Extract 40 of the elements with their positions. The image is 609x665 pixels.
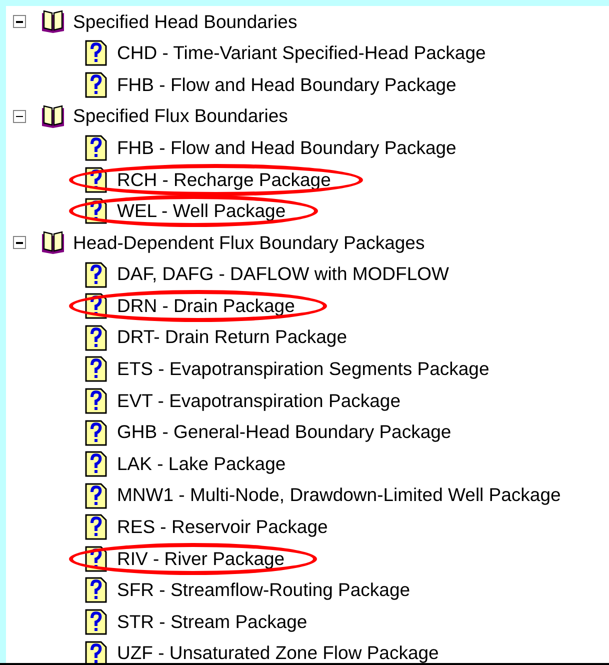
help-page-icon [85, 388, 107, 414]
tree-item[interactable]: CHD - Time-Variant Specified-Head Package [117, 44, 486, 63]
help-page-icon [85, 609, 107, 636]
help-page-icon [85, 40, 107, 66]
help-page-icon [85, 135, 107, 162]
tree-item[interactable]: DRN - Drain Package [117, 296, 295, 316]
collapse-toggle[interactable] [13, 15, 26, 28]
tree-item[interactable]: MNW1 - Multi-Node, Drawdown-Limited Well Package [117, 486, 561, 505]
tree-item[interactable]: UZF - Unsaturated Zone Flow Package [117, 644, 439, 663]
book-icon [39, 230, 67, 256]
tree-item[interactable]: Specified Head Boundaries [73, 12, 298, 32]
tree-item[interactable]: STR - Stream Package [117, 612, 308, 632]
tree-item[interactable]: Specified Flux Boundaries [73, 107, 288, 126]
help-page-icon [85, 482, 107, 509]
tree-item[interactable]: Head-Dependent Flux Boundary Packages [73, 234, 425, 252]
tree-item[interactable]: WEL - Well Package [117, 202, 286, 221]
book-icon [39, 8, 67, 35]
help-page-icon [85, 356, 107, 382]
collapse-toggle[interactable] [13, 236, 26, 250]
help-page-icon [85, 72, 107, 98]
tree-item[interactable]: GHB - General-Head Boundary Package [117, 423, 452, 442]
help-page-icon [85, 577, 107, 604]
collapse-toggle[interactable] [13, 110, 26, 124]
help-page-icon [85, 420, 107, 446]
book-icon [39, 104, 67, 130]
tree-item[interactable]: DAF, DAFG - DAFLOW with MODFLOW [117, 265, 449, 284]
tree-item[interactable]: ETS - Evapotranspiration Segments Package [117, 360, 490, 379]
tree-item[interactable]: RIV - River Package [117, 550, 285, 568]
tree-item[interactable]: LAK - Lake Package [117, 454, 286, 474]
tree-item[interactable]: RES - Reservoir Package [117, 518, 328, 537]
help-page-icon [85, 324, 107, 351]
help-page-icon [85, 514, 107, 540]
tree-item[interactable]: EVT - Evapotranspiration Package [117, 392, 400, 410]
tree-item[interactable]: DRT- Drain Return Package [117, 328, 347, 347]
tree-item[interactable]: FHB - Flow and Head Boundary Package [117, 138, 456, 158]
tree-item[interactable]: RCH - Recharge Package [117, 170, 331, 190]
help-page-icon [85, 451, 107, 478]
tree-item[interactable]: FHB - Flow and Head Boundary Package [117, 76, 456, 94]
tree-item[interactable]: SFR - Streamflow-Routing Package [117, 581, 410, 600]
help-page-icon [85, 262, 107, 288]
